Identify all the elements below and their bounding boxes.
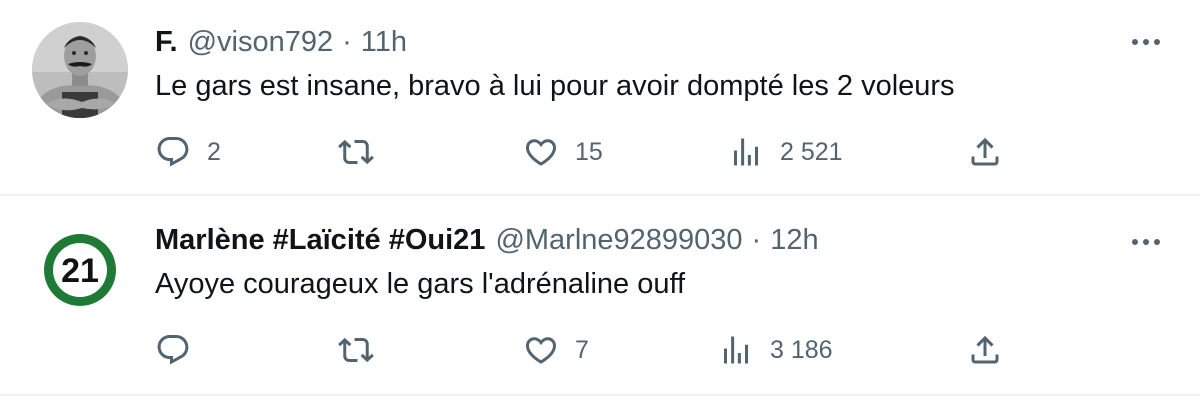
separator-dot: · — [342, 25, 352, 58]
like-button[interactable]: 7 — [523, 328, 589, 372]
action-bar: 2 15 2 521 — [155, 130, 1015, 174]
views-button[interactable]: 3 186 — [718, 328, 833, 372]
views-icon — [734, 138, 758, 166]
like-count: 7 — [575, 335, 589, 364]
tweet-header: F. @vison792 · 11h — [155, 22, 407, 62]
more-options-button[interactable] — [1128, 30, 1164, 54]
view-count: 3 186 — [770, 335, 833, 364]
action-bar: 7 3 186 — [155, 328, 1015, 372]
share-button[interactable] — [967, 130, 1003, 174]
tweet-header: Marlène #Laïcité #Oui21 @Marlne92899030 … — [155, 220, 819, 260]
strongman-avatar-image — [32, 22, 128, 118]
timestamp[interactable]: 11h — [361, 26, 407, 59]
like-button[interactable]: 15 — [523, 130, 603, 174]
avatar[interactable] — [32, 22, 128, 118]
reply-icon — [157, 335, 189, 365]
more-icon — [1132, 39, 1160, 45]
reply-button[interactable] — [155, 328, 207, 372]
separator-dot: · — [751, 223, 762, 256]
avatar[interactable]: 21 — [32, 222, 128, 318]
views-icon — [724, 336, 748, 364]
user-handle[interactable]: @Marlne92899030 — [495, 224, 742, 257]
view-count: 2 521 — [780, 137, 843, 166]
display-name[interactable]: Marlène #Laïcité #Oui21 — [155, 224, 485, 257]
user-handle[interactable]: @vison792 — [188, 26, 334, 59]
avatar-badge-text: 21 — [61, 252, 99, 290]
views-button[interactable]: 2 521 — [728, 130, 843, 174]
tweet-text: Le gars est insane, bravo à lui pour avo… — [155, 70, 955, 102]
more-icon — [1132, 239, 1160, 245]
number-21-badge-avatar: 21 — [44, 234, 116, 306]
reply-icon — [157, 137, 189, 167]
share-icon — [971, 335, 999, 364]
retweet-icon — [338, 337, 374, 363]
timestamp[interactable]: 12h — [770, 224, 818, 257]
retweet-icon — [338, 139, 374, 165]
more-options-button[interactable] — [1128, 230, 1164, 254]
share-button[interactable] — [967, 328, 1003, 372]
display-name[interactable]: F. — [155, 26, 178, 59]
share-icon — [971, 137, 999, 166]
like-icon — [525, 337, 557, 364]
reply-button[interactable]: 2 — [155, 130, 221, 174]
retweet-button[interactable] — [338, 130, 390, 174]
tweet[interactable]: F. @vison792 · 11h Le gars est insane, b… — [0, 0, 1200, 196]
like-count: 15 — [575, 137, 603, 166]
reply-count: 2 — [207, 137, 221, 166]
retweet-button[interactable] — [338, 328, 390, 372]
like-icon — [525, 139, 557, 166]
